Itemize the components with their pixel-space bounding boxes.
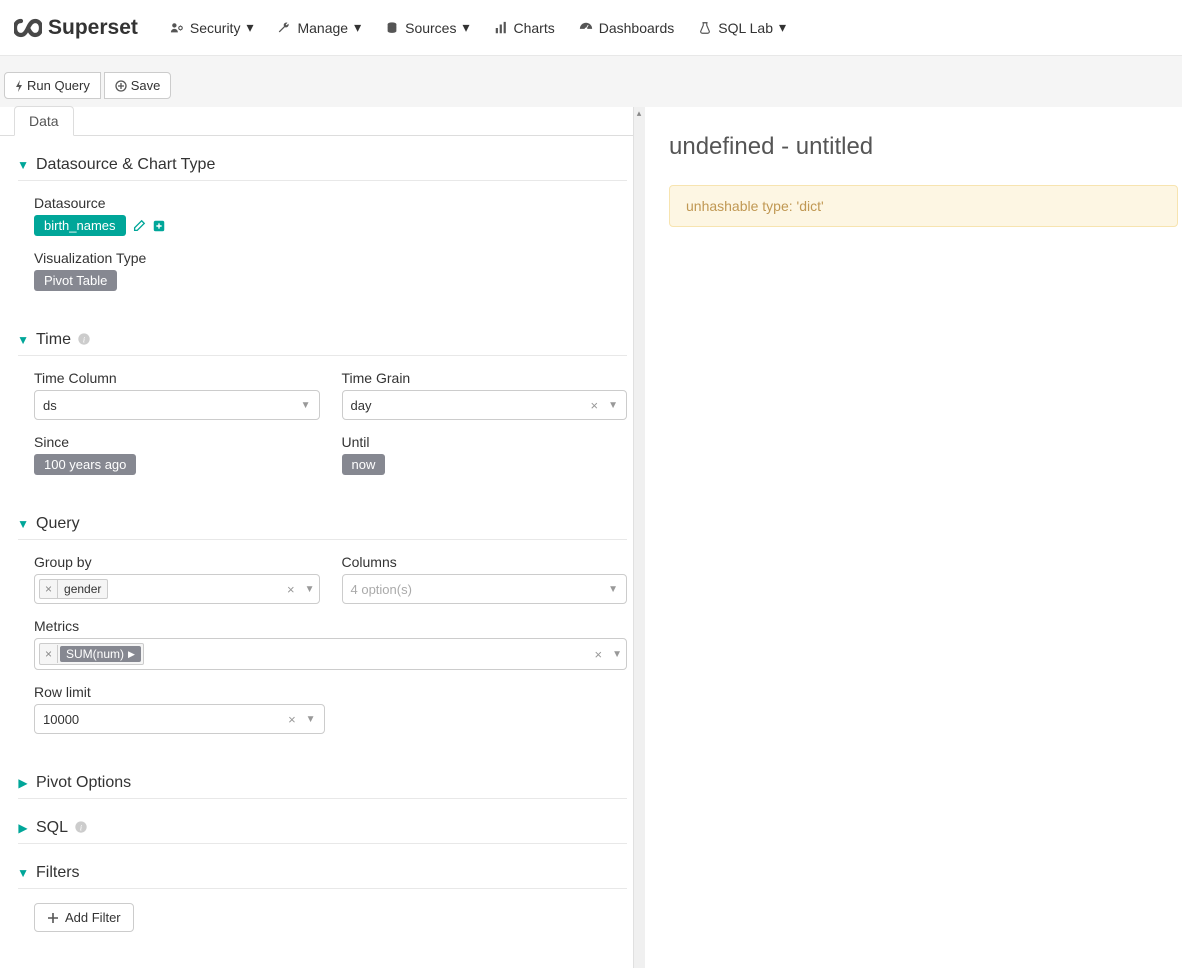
section-query: ▼ Query Group by × gender [18,509,627,754]
toolbar-button-group: Run Query Save [4,72,171,99]
users-cog-icon [170,21,184,35]
clear-icon[interactable]: × [288,712,296,727]
until-label: Until [342,434,628,450]
infinity-icon [14,18,42,38]
section-time-header[interactable]: ▼ Time i [18,325,627,356]
caret-down-icon: ▼ [18,333,28,347]
save-button[interactable]: Save [104,72,172,99]
columns-select[interactable]: 4 option(s) ▼ [342,574,628,604]
chevron-down-icon: ▾ [779,19,786,36]
datasource-pill[interactable]: birth_names [34,215,126,236]
chevron-down-icon: ▼ [608,584,618,595]
section-datasource: ▼ Datasource & Chart Type Datasource bir… [18,150,627,311]
time-grain-label: Time Grain [342,370,628,386]
datasource-label: Datasource [34,195,627,211]
metrics-select[interactable]: × SUM(num) ▶ × ▼ [34,638,627,670]
bar-chart-icon [494,21,508,35]
metric-tag: × SUM(num) ▶ [39,643,144,665]
nav-sources[interactable]: Sources ▾ [373,0,481,56]
chevron-down-icon: ▾ [354,19,361,36]
chart-panel: undefined - untitled unhashable type: 'd… [645,107,1182,968]
section-query-header[interactable]: ▼ Query [18,509,627,540]
rowlimit-select[interactable]: 10000 × ▼ [34,704,325,734]
section-time: ▼ Time i Time Column ds ▼ [18,325,627,495]
action-toolbar: Run Query Save [0,60,1182,107]
add-filter-button[interactable]: Add Filter [34,903,134,932]
pencil-icon [132,219,146,233]
content: Run Query Save ▴ Data ▼ Datasource & Cha… [0,56,1182,968]
panel-tabs: Data [0,106,645,136]
time-grain-select[interactable]: day × ▼ [342,390,628,420]
error-alert: unhashable type: 'dict' [669,185,1178,227]
section-pivot-header[interactable]: ▶ Pivot Options [18,768,627,799]
nav-manage[interactable]: Manage ▾ [265,0,373,56]
chevron-down-icon: ▾ [246,19,253,36]
scrollbar-track[interactable]: ▴ [633,107,645,968]
run-query-button[interactable]: Run Query [4,72,101,99]
caret-right-icon: ▶ [18,776,28,790]
time-column-label: Time Column [34,370,320,386]
rowlimit-label: Row limit [34,684,325,700]
caret-down-icon: ▼ [18,158,28,172]
plus-icon [47,912,59,924]
controls-panel: ▴ Data ▼ Datasource & Chart Type Datasou… [0,107,645,968]
since-label: Since [34,434,320,450]
section-filters-header[interactable]: ▼ Filters [18,858,627,889]
chevron-down-icon: ▼ [301,400,311,411]
groupby-tag: × gender [39,579,108,599]
brand-logo[interactable]: Superset [14,16,138,40]
info-icon[interactable]: i [77,332,91,349]
section-filters: ▼ Filters Add Filter [18,858,627,938]
remove-tag-icon[interactable]: × [40,580,58,598]
caret-down-icon: ▼ [18,866,28,880]
database-icon [385,21,399,35]
groupby-label: Group by [34,554,320,570]
edit-datasource-button[interactable] [132,219,146,233]
chart-title[interactable]: undefined - untitled [669,133,1182,161]
chevron-down-icon: ▼ [608,400,618,411]
info-icon[interactable]: i [74,820,88,837]
section-datasource-header[interactable]: ▼ Datasource & Chart Type [18,150,627,181]
chevron-down-icon: ▼ [305,584,315,595]
flask-icon [698,21,712,35]
nav-charts[interactable]: Charts [482,0,567,56]
scroll-up-icon[interactable]: ▴ [633,107,645,119]
remove-tag-icon[interactable]: × [40,645,58,663]
caret-down-icon: ▼ [18,517,28,531]
until-pill[interactable]: now [342,454,386,475]
main-navbar: Superset Security ▾ Manage ▾ Sources ▾ C… [0,0,1182,56]
columns-label: Columns [342,554,628,570]
chevron-down-icon: ▼ [306,714,316,725]
section-pivot: ▶ Pivot Options [18,768,627,799]
viz-type-pill[interactable]: Pivot Table [34,270,117,291]
section-sql-header[interactable]: ▶ SQL i [18,813,627,844]
caret-right-icon: ▶ [128,649,135,660]
bolt-icon [15,80,23,92]
clear-icon[interactable]: × [595,647,603,662]
chevron-down-icon: ▾ [462,19,469,36]
brand-text: Superset [48,16,138,40]
chevron-down-icon: ▼ [612,649,622,660]
add-datasource-button[interactable] [152,219,166,233]
section-sql: ▶ SQL i [18,813,627,844]
nav-sqllab[interactable]: SQL Lab ▾ [686,0,798,56]
plus-circle-icon [115,80,127,92]
nav-security[interactable]: Security ▾ [158,0,266,56]
viz-type-label: Visualization Type [34,250,627,266]
clear-icon[interactable]: × [287,582,295,597]
dashboard-icon [579,21,593,35]
groupby-select[interactable]: × gender × ▼ [34,574,320,604]
wrench-icon [277,21,291,35]
since-pill[interactable]: 100 years ago [34,454,136,475]
metrics-label: Metrics [34,618,627,634]
nav-dashboards[interactable]: Dashboards [567,0,687,56]
tab-data[interactable]: Data [14,106,74,136]
time-column-select[interactable]: ds ▼ [34,390,320,420]
clear-icon[interactable]: × [591,398,599,413]
plus-square-icon [152,219,166,233]
caret-right-icon: ▶ [18,821,28,835]
